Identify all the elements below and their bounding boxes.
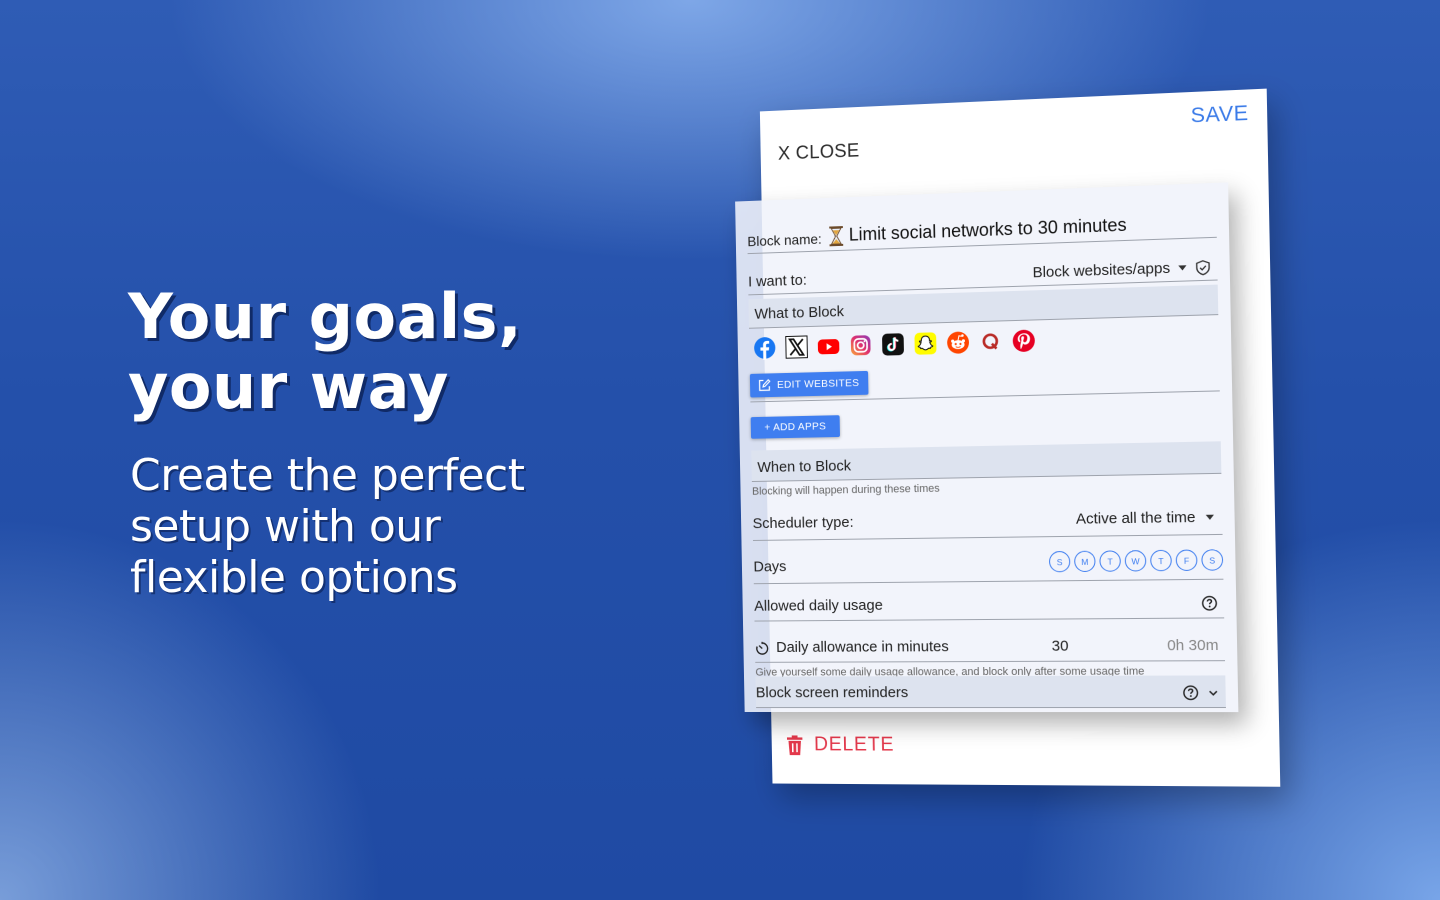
when-to-block-section: When to Block xyxy=(751,441,1222,482)
edit-websites-label: EDIT WEBSITES xyxy=(776,377,860,391)
days-row: Days S M T W T F S xyxy=(753,538,1224,585)
hourglass-icon xyxy=(829,225,844,246)
help-icon[interactable] xyxy=(1182,685,1199,701)
i-want-to-select[interactable]: Block websites/apps xyxy=(1032,260,1170,282)
day-chip-tuesday[interactable]: T xyxy=(1099,550,1121,572)
block-name-label: Block name: xyxy=(747,230,822,250)
when-to-block-hint: Blocking will happen during these times xyxy=(751,482,940,498)
help-icon[interactable] xyxy=(1201,595,1218,611)
headline: Your goals, your way xyxy=(128,282,522,422)
subheadline-line-2: setup with our xyxy=(130,501,441,552)
i-want-to-label: I want to: xyxy=(747,271,807,291)
day-chip-wednesday[interactable]: W xyxy=(1124,550,1147,572)
block-name-value: Limit social networks to 30 minutes xyxy=(848,214,1127,245)
trash-icon xyxy=(786,734,803,755)
snapchat-icon xyxy=(914,332,937,355)
edit-websites-button[interactable]: EDIT WEBSITES xyxy=(749,370,869,398)
scheduler-type-value: Active all the time xyxy=(1075,508,1196,528)
day-chip-friday[interactable]: F xyxy=(1175,549,1198,572)
subheadline: Create the perfect setup with our flexib… xyxy=(130,450,525,603)
day-chip-thursday[interactable]: T xyxy=(1150,549,1172,572)
shield-check-icon xyxy=(1195,259,1212,276)
daily-allowance-row: Daily allowance in minutes 30 0h 30m xyxy=(754,622,1226,663)
scheduler-type-select[interactable]: Active all the time xyxy=(1075,508,1215,528)
headline-line-2: your way xyxy=(128,350,449,423)
pinterest-icon xyxy=(1012,329,1036,353)
scheduler-type-row: Scheduler type: Active all the time xyxy=(752,494,1223,541)
blocked-sites-icons xyxy=(753,328,1036,360)
dropdown-caret-icon[interactable] xyxy=(1178,265,1187,271)
what-to-block-label: What to Block xyxy=(754,303,845,323)
edit-icon xyxy=(758,378,772,392)
dropdown-caret-icon xyxy=(1205,514,1215,520)
day-chip-saturday[interactable]: S xyxy=(1201,549,1224,571)
daily-allowance-formatted: 0h 30m xyxy=(1167,636,1219,655)
allowed-daily-usage-label: Allowed daily usage xyxy=(754,596,883,615)
allowed-daily-usage-row: Allowed daily usage xyxy=(753,583,1225,622)
delete-label: DELETE xyxy=(813,733,895,756)
day-selector: S M T W T F S xyxy=(1048,549,1224,573)
when-to-block-label: When to Block xyxy=(757,457,852,477)
save-button[interactable]: SAVE xyxy=(1190,102,1248,129)
day-chip-sunday[interactable]: S xyxy=(1048,550,1071,573)
add-apps-label: + ADD APPS xyxy=(764,420,827,434)
youtube-icon xyxy=(817,338,840,355)
timer-icon xyxy=(755,641,770,656)
add-apps-button[interactable]: + ADD APPS xyxy=(750,415,841,439)
facebook-icon xyxy=(753,336,776,360)
block-screen-reminders-label: Block screen reminders xyxy=(755,684,909,702)
scheduler-type-label: Scheduler type: xyxy=(752,513,854,533)
day-chip-monday[interactable]: M xyxy=(1074,550,1096,573)
chevron-down-icon[interactable] xyxy=(1207,687,1220,699)
quora-icon xyxy=(979,329,1003,354)
block-form: Block name: Limit social networks to 30 … xyxy=(735,182,1239,713)
days-label: Days xyxy=(753,558,787,576)
subheadline-line-3: flexible options xyxy=(130,552,458,603)
block-screen-reminders-row[interactable]: Block screen reminders xyxy=(755,675,1226,709)
close-button[interactable]: X CLOSE xyxy=(778,141,860,166)
daily-allowance-input[interactable]: 30 xyxy=(1052,637,1154,655)
reddit-icon xyxy=(946,331,970,354)
tiktok-icon xyxy=(882,332,905,356)
x-icon xyxy=(785,335,809,359)
delete-button[interactable]: DELETE xyxy=(786,733,895,756)
daily-allowance-label: Daily allowance in minutes xyxy=(775,638,949,656)
headline-line-1: Your goals, xyxy=(128,280,523,353)
subheadline-line-1: Create the perfect xyxy=(130,450,525,501)
instagram-icon xyxy=(850,335,871,356)
